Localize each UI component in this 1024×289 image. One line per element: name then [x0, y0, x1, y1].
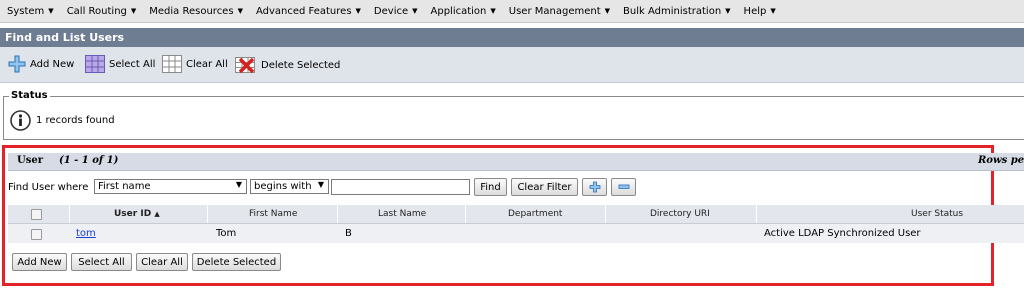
find-button[interactable]: Find [474, 178, 507, 196]
menu-call-routing[interactable]: Call Routing ▼ [67, 6, 137, 17]
column-header-label: User ID [114, 209, 152, 219]
search-input[interactable] [331, 179, 470, 195]
row-checkbox[interactable] [31, 229, 42, 240]
menu-label: Application [430, 5, 487, 17]
minus-icon [618, 184, 629, 189]
chevron-down-icon: ▼ [237, 7, 243, 15]
add-new-button[interactable]: Add New [12, 253, 67, 271]
table-header-row: User ID ▲ First Name Last Name Departmen… [8, 205, 1024, 224]
menu-label: Bulk Administration [623, 5, 722, 17]
menu-label: Call Routing [66, 5, 127, 17]
table-row: tom Tom B Active LDAP Synchronized User [8, 224, 1024, 243]
column-separator [337, 205, 338, 223]
section-range: (1 - 1 of 1) [58, 155, 119, 166]
chevron-down-icon: ▼ [235, 180, 242, 189]
menu-application[interactable]: Application ▼ [431, 6, 496, 17]
status-message: 1 records found [36, 115, 115, 126]
menu-label: System [7, 5, 45, 17]
select-all-button[interactable]: Select All [71, 253, 132, 271]
menu-label: User Management [508, 5, 601, 17]
column-header-last-name[interactable]: Last Name [378, 209, 426, 219]
chevron-down-icon: ▼ [412, 7, 418, 15]
clear-filter-button[interactable]: Clear Filter [511, 178, 578, 196]
clear-all-button[interactable]: Clear All [136, 253, 188, 271]
menu-label: Device [373, 5, 409, 17]
cell-first-name: Tom [216, 228, 237, 239]
cell-last-name: B [345, 228, 352, 239]
user-section-header: User (1 - 1 of 1) Rows per Page [8, 153, 1024, 171]
column-separator [465, 205, 466, 223]
page-title: Find and List Users [5, 31, 125, 44]
select-all-grid-icon [85, 55, 105, 73]
rows-per-page-label: Rows per Page [978, 155, 1024, 166]
add-new-label: Add New [30, 58, 75, 70]
clear-all-label: Clear All [186, 58, 228, 70]
column-header-first-name[interactable]: First Name [249, 209, 297, 219]
column-header-user-id[interactable]: User ID ▲ [114, 209, 160, 219]
menu-device[interactable]: Device ▼ [374, 6, 418, 17]
chevron-down-icon: ▼ [317, 180, 324, 189]
add-new-toolbar-button[interactable]: Add New [8, 55, 74, 73]
menu-system[interactable]: System ▼ [7, 6, 54, 17]
delete-selected-button[interactable]: Delete Selected [192, 253, 281, 271]
chevron-down-icon: ▼ [490, 7, 496, 15]
toolbar: Add New Select All Clear All Delete Sele… [0, 47, 1024, 83]
user-id-link[interactable]: tom [76, 228, 96, 239]
page-title-bar: Find and List Users [0, 28, 1024, 47]
column-separator [69, 205, 70, 223]
column-header-directory-uri[interactable]: Directory URI [650, 209, 710, 219]
column-separator [756, 205, 757, 223]
column-header-user-status[interactable]: User Status [911, 209, 963, 219]
chevron-down-icon: ▼ [48, 7, 54, 15]
chevron-down-icon: ▼ [130, 7, 137, 15]
status-panel [3, 96, 1024, 140]
menu-bulk-administration[interactable]: Bulk Administration ▼ [623, 6, 731, 17]
menu-advanced-features[interactable]: Advanced Features ▼ [256, 6, 361, 17]
search-operator-value: begins with [254, 181, 312, 192]
section-title: User (1 - 1 of 1) [17, 155, 118, 166]
select-all-checkbox[interactable] [31, 209, 42, 220]
delete-selected-label: Delete Selected [261, 59, 341, 71]
section-title-label: User [17, 155, 43, 166]
menu-help[interactable]: Help ▼ [744, 6, 776, 17]
menu-user-management[interactable]: User Management ▼ [509, 6, 610, 17]
add-filter-button[interactable] [582, 178, 607, 196]
find-user-label: Find User where [8, 182, 89, 193]
status-legend: Status [9, 90, 50, 101]
info-icon [10, 110, 31, 131]
cell-user-status: Active LDAP Synchronized User [764, 228, 921, 239]
plus-icon [589, 181, 600, 193]
chevron-down-icon: ▼ [355, 7, 361, 15]
chevron-down-icon: ▼ [725, 7, 731, 15]
sort-ascending-icon: ▲ [154, 210, 160, 218]
delete-selected-toolbar-button[interactable]: Delete Selected [235, 55, 340, 75]
chevron-down-icon: ▼ [770, 7, 776, 15]
clear-all-grid-icon [162, 55, 182, 73]
chevron-down-icon: ▼ [604, 7, 611, 15]
column-separator [605, 205, 606, 223]
search-operator-select[interactable]: begins with ▼ [250, 179, 329, 194]
main-menu-bar: System ▼ Call Routing ▼ Media Resources ▼ A… [0, 0, 1024, 23]
remove-filter-button[interactable] [611, 178, 636, 196]
menu-media-resources[interactable]: Media Resources ▼ [149, 6, 243, 17]
search-field-value: First name [98, 181, 151, 192]
menu-label: Advanced Features [255, 5, 352, 17]
column-separator [207, 205, 208, 223]
menu-label: Media Resources [149, 5, 234, 17]
search-field-select[interactable]: First name ▼ [94, 179, 247, 194]
add-icon [8, 55, 26, 73]
select-all-toolbar-button[interactable]: Select All [85, 55, 155, 73]
delete-icon [235, 57, 255, 74]
menu-label: Help [743, 5, 767, 17]
clear-all-toolbar-button[interactable]: Clear All [162, 55, 228, 73]
column-header-department[interactable]: Department [508, 209, 562, 219]
select-all-label: Select All [109, 58, 156, 70]
